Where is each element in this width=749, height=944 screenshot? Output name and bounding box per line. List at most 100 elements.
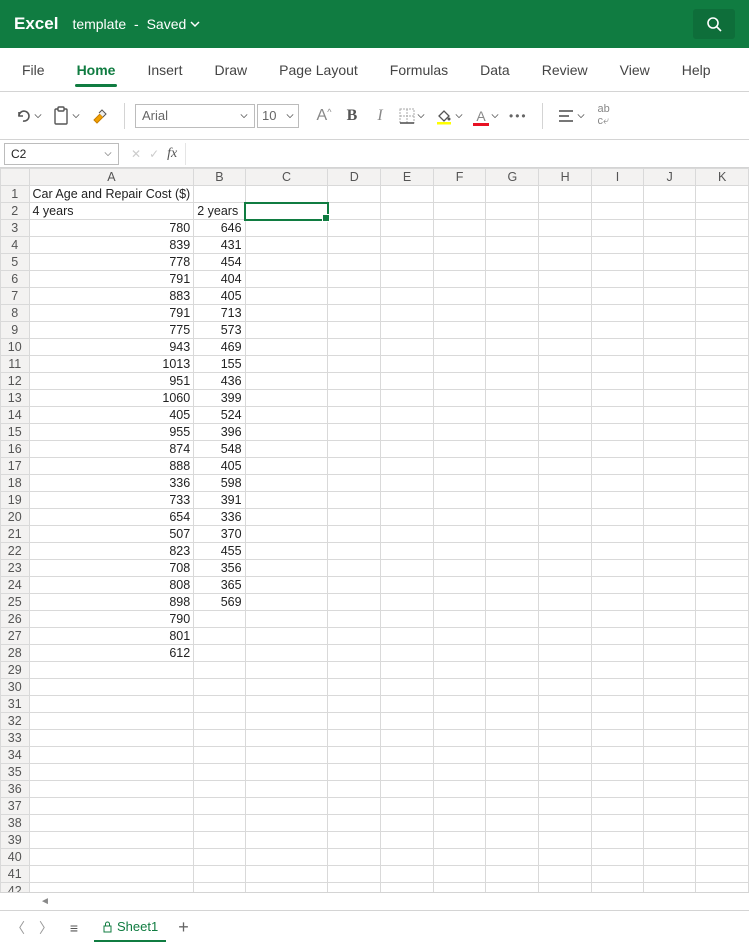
cell[interactable] [592, 832, 644, 849]
cell[interactable] [433, 866, 486, 883]
cell[interactable] [433, 730, 486, 747]
cell[interactable] [433, 526, 486, 543]
column-header[interactable]: J [643, 169, 695, 186]
cell[interactable] [486, 781, 539, 798]
cell[interactable] [696, 254, 749, 271]
cell[interactable] [643, 713, 695, 730]
cell[interactable] [381, 832, 434, 849]
cell[interactable]: 898 [29, 594, 194, 611]
row-header[interactable]: 37 [1, 798, 30, 815]
cell[interactable] [592, 492, 644, 509]
cell[interactable] [381, 543, 434, 560]
cell[interactable] [643, 628, 695, 645]
row-header[interactable]: 27 [1, 628, 30, 645]
cell[interactable]: 370 [194, 526, 245, 543]
cell[interactable] [539, 492, 592, 509]
cell[interactable] [539, 611, 592, 628]
cell[interactable] [486, 815, 539, 832]
cell[interactable] [328, 713, 381, 730]
cell[interactable] [433, 764, 486, 781]
cell[interactable] [433, 611, 486, 628]
cell[interactable] [486, 390, 539, 407]
column-header[interactable]: A [29, 169, 194, 186]
row-header[interactable]: 13 [1, 390, 30, 407]
cell[interactable] [539, 866, 592, 883]
cell[interactable] [539, 849, 592, 866]
cell[interactable] [696, 611, 749, 628]
tab-review[interactable]: Review [528, 52, 602, 87]
cell[interactable]: 396 [194, 424, 245, 441]
cell[interactable] [328, 356, 381, 373]
cell[interactable]: 839 [29, 237, 194, 254]
cell[interactable] [696, 628, 749, 645]
cell[interactable] [328, 560, 381, 577]
cell[interactable] [486, 356, 539, 373]
cell[interactable] [539, 203, 592, 220]
cell[interactable] [539, 356, 592, 373]
cell[interactable] [381, 866, 434, 883]
row-header[interactable]: 29 [1, 662, 30, 679]
paste-button[interactable] [48, 102, 84, 130]
cell[interactable] [29, 781, 194, 798]
row-header[interactable]: 15 [1, 424, 30, 441]
cell[interactable] [696, 696, 749, 713]
cell[interactable] [433, 747, 486, 764]
sheet-tab[interactable]: Sheet1 [94, 913, 166, 942]
cell[interactable] [592, 628, 644, 645]
cell[interactable] [29, 713, 194, 730]
cell[interactable] [433, 458, 486, 475]
cell[interactable] [29, 815, 194, 832]
cell[interactable]: 405 [194, 458, 245, 475]
cell[interactable] [381, 424, 434, 441]
cell[interactable] [381, 594, 434, 611]
cell[interactable] [643, 798, 695, 815]
cell[interactable] [194, 186, 245, 203]
cell[interactable] [486, 628, 539, 645]
cell[interactable] [433, 594, 486, 611]
cell[interactable] [696, 560, 749, 577]
cell[interactable] [696, 764, 749, 781]
cell[interactable] [643, 543, 695, 560]
cell[interactable] [381, 730, 434, 747]
cell[interactable] [194, 849, 245, 866]
cell[interactable] [592, 577, 644, 594]
cell[interactable] [328, 322, 381, 339]
cell[interactable] [643, 288, 695, 305]
cell[interactable] [592, 526, 644, 543]
cell[interactable] [643, 577, 695, 594]
add-sheet-button[interactable]: + [178, 917, 189, 938]
cell[interactable] [539, 475, 592, 492]
cell[interactable] [328, 441, 381, 458]
cell[interactable] [592, 747, 644, 764]
spreadsheet-grid[interactable]: ABCDEFGHIJK1Car Age and Repair Cost ($)2… [0, 168, 749, 892]
cell[interactable] [643, 407, 695, 424]
cell[interactable] [592, 254, 644, 271]
cell[interactable] [592, 611, 644, 628]
cell[interactable] [592, 441, 644, 458]
cell[interactable] [486, 883, 539, 893]
cell[interactable] [592, 288, 644, 305]
cell[interactable] [245, 730, 328, 747]
cell[interactable] [381, 271, 434, 288]
cell[interactable] [328, 220, 381, 237]
cell[interactable] [433, 186, 486, 203]
cell[interactable] [643, 424, 695, 441]
cell[interactable] [486, 713, 539, 730]
cell[interactable] [539, 883, 592, 893]
cell[interactable] [433, 560, 486, 577]
font-color-button[interactable]: A [469, 102, 503, 130]
cell[interactable]: 404 [194, 271, 245, 288]
cell[interactable] [433, 628, 486, 645]
cell[interactable] [245, 509, 328, 526]
cell[interactable] [592, 339, 644, 356]
cell[interactable] [696, 203, 749, 220]
cell[interactable] [328, 203, 381, 220]
cell[interactable]: 573 [194, 322, 245, 339]
cell[interactable] [29, 662, 194, 679]
cell[interactable] [592, 373, 644, 390]
font-size-select[interactable]: 10 [257, 104, 299, 128]
cell[interactable] [381, 237, 434, 254]
cell[interactable]: 775 [29, 322, 194, 339]
cell[interactable] [539, 781, 592, 798]
wrap-text-button[interactable]: abc⤶ [591, 102, 617, 130]
